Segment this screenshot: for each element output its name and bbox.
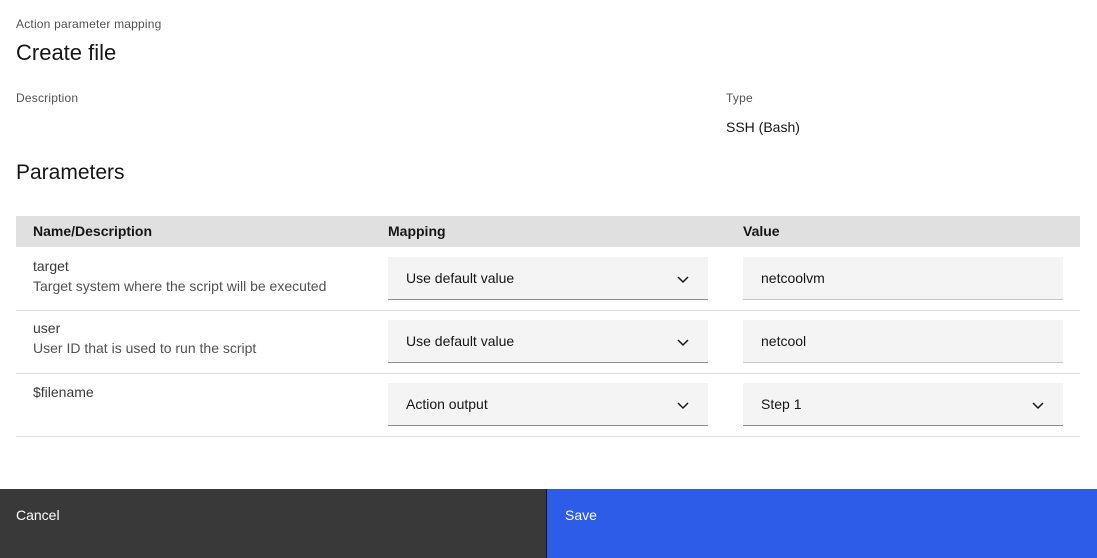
value-input-text: netcoolvm [761,270,825,286]
value-select[interactable]: Step 1 [743,383,1063,426]
page-title: Create file [16,40,117,65]
save-button[interactable]: Save [547,489,1097,558]
mapping-select[interactable]: Use default value [388,320,708,363]
mapping-select[interactable]: Action output [388,383,708,426]
mapping-select-value: Action output [406,396,488,412]
type-label: Type [726,91,753,105]
table-row: user User ID that is used to run the scr… [16,311,1080,374]
mapping-select-value: Use default value [406,333,515,349]
param-name: user [33,320,61,336]
cancel-button[interactable]: Cancel [0,489,547,558]
value-input[interactable]: netcoolvm [743,257,1063,300]
column-header-name: Name/Description [33,223,153,239]
type-value: SSH (Bash) [726,119,800,135]
param-description: User ID that is used to run the script [33,340,257,356]
modal-footer: Cancel Save [0,489,1097,558]
description-label: Description [16,91,79,105]
column-header-value: Value [743,223,780,239]
chevron-down-icon [677,339,689,347]
column-header-mapping: Mapping [388,223,446,239]
parameters-table: Name/Description Mapping Value target Ta… [16,216,1080,437]
value-input[interactable]: netcool [743,320,1063,363]
parameters-title: Parameters [16,161,125,184]
param-name: target [33,258,69,274]
param-name: $filename [33,384,94,400]
chevron-down-icon [1032,402,1044,410]
table-row: $filename Action output Step 1 [16,374,1080,437]
page-eyebrow: Action parameter mapping [16,17,162,31]
value-select-value: Step 1 [761,396,802,412]
mapping-select[interactable]: Use default value [388,257,708,300]
table-row: target Target system where the script wi… [16,247,1080,311]
mapping-select-value: Use default value [406,270,515,286]
table-header: Name/Description Mapping Value [16,216,1080,247]
param-description: Target system where the script will be e… [33,278,327,294]
value-input-text: netcool [761,333,807,349]
chevron-down-icon [677,402,689,410]
chevron-down-icon [677,276,689,284]
